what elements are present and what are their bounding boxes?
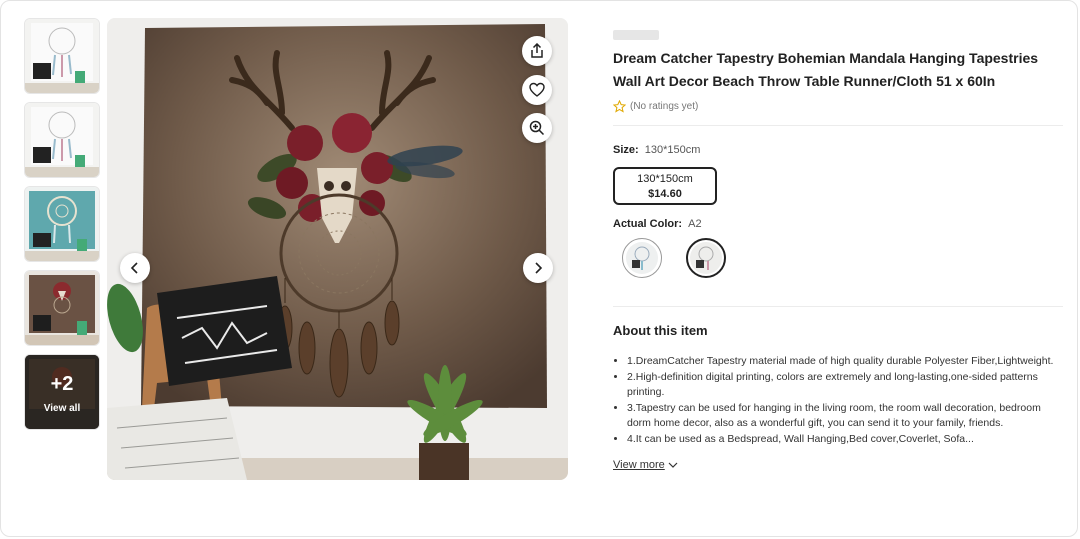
share-icon — [531, 43, 543, 58]
chevron-down-icon — [668, 462, 678, 468]
next-image-button[interactable] — [523, 253, 553, 283]
divider — [613, 306, 1063, 307]
size-label: Size: — [613, 144, 639, 156]
color-label: Actual Color: — [613, 218, 683, 230]
thumbnail-3[interactable] — [24, 186, 100, 262]
previous-image-button[interactable] — [120, 253, 150, 283]
store-name-placeholder — [613, 30, 659, 40]
color-swatch-1[interactable] — [622, 238, 662, 278]
star-outline-icon — [613, 100, 626, 113]
thumbnail-2[interactable] — [24, 102, 100, 178]
product-title: Dream Catcher Tapestry Bohemian Mandala … — [613, 50, 1039, 89]
size-option-label: 130*150cm — [637, 173, 693, 185]
zoom-button[interactable] — [522, 113, 552, 143]
about-bullet: 1.DreamCatcher Tapestry material made of… — [627, 354, 1065, 370]
color-label-row: Actual Color: A2 — [613, 218, 1065, 230]
thumbnail-1[interactable] — [24, 18, 100, 94]
product-info-panel: Dream Catcher Tapestry Bohemian Mandala … — [613, 30, 1065, 473]
about-heading: About this item — [613, 323, 708, 338]
about-bullet: 3.Tapestry can be used for hanging in th… — [627, 401, 1065, 432]
zoom-in-icon — [529, 120, 545, 136]
color-selected-value: A2 — [688, 218, 702, 230]
share-button[interactable] — [522, 36, 552, 66]
about-bullet: 4.It can be used as a Bedspread, Wall Ha… — [627, 432, 1065, 448]
chevron-left-icon — [130, 262, 138, 274]
color-swatch-2[interactable] — [686, 238, 726, 278]
rating-text: (No ratings yet) — [630, 101, 699, 112]
thumbnail-strip: +2 View all — [24, 18, 100, 438]
chevron-right-icon — [535, 262, 543, 274]
divider — [613, 125, 1063, 126]
size-label-row: Size: 130*150cm — [613, 144, 1065, 156]
view-all-thumbnail[interactable]: +2 View all — [24, 354, 100, 430]
size-option-button[interactable]: 130*150cm $14.60 — [613, 167, 717, 205]
thumbnail-4[interactable] — [24, 270, 100, 346]
favorite-button[interactable] — [522, 75, 552, 105]
view-all-label: View all — [43, 403, 81, 414]
about-bullets: 1.DreamCatcher Tapestry material made of… — [613, 354, 1065, 447]
size-option-price: $14.60 — [648, 188, 682, 200]
view-more-link[interactable]: View more — [613, 459, 679, 471]
main-product-image[interactable] — [107, 18, 568, 480]
color-swatches — [613, 238, 1065, 278]
heart-icon — [529, 82, 545, 97]
size-selected-value: 130*150cm — [644, 144, 701, 156]
view-more-label: View more — [613, 459, 665, 471]
more-images-count: +2 — [50, 373, 74, 395]
rating-row[interactable]: (No ratings yet) — [613, 100, 1065, 113]
about-bullet: 2.High-definition digital printing, colo… — [627, 370, 1065, 401]
